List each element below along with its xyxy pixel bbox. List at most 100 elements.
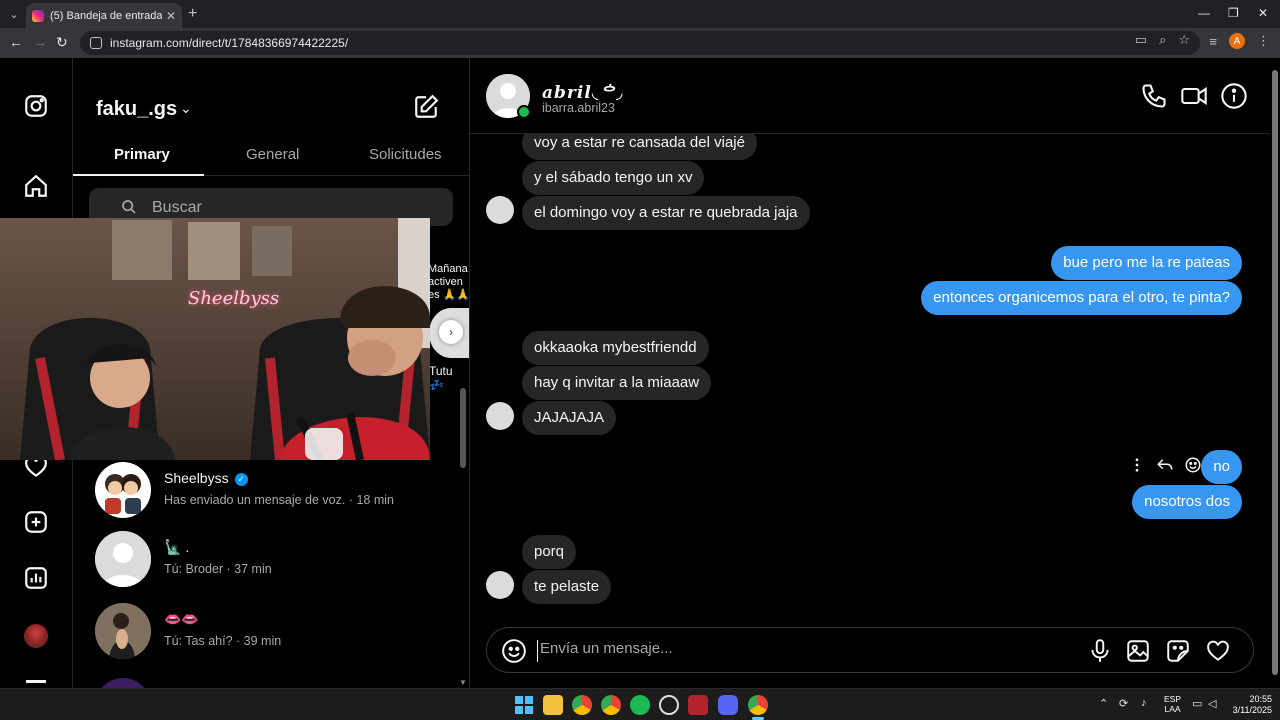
home-icon[interactable] <box>22 172 50 200</box>
discord-icon[interactable] <box>718 695 738 715</box>
mic-tray-icon[interactable]: ♪ <box>1141 697 1147 709</box>
chat-header: abril◟ᅌ◞ ibarra.abril23 <box>470 58 1270 134</box>
contact-username[interactable]: ibarra.abril23 <box>542 101 615 115</box>
tab-search-icon[interactable]: ⌄ <box>4 4 24 24</box>
browser-tab[interactable]: (5) Bandeja de entrada • Direct ✕ <box>26 3 182 28</box>
close-window-icon[interactable]: ✕ <box>1258 6 1268 20</box>
file-explorer-icon[interactable] <box>543 695 563 715</box>
thread-item[interactable]: Sheelbyss ✓ Has enviado un mensaje de voz… <box>95 462 455 522</box>
chevron-down-icon[interactable]: ⌄ <box>180 100 192 117</box>
emoji-picker-icon[interactable] <box>501 638 527 664</box>
obs-icon[interactable] <box>659 695 679 715</box>
more-menu-icon[interactable] <box>26 680 46 683</box>
active-tab-indicator <box>73 174 204 176</box>
sender-avatar[interactable] <box>486 196 514 224</box>
create-icon[interactable] <box>22 508 50 536</box>
thread-item[interactable]: 👄👄 Tú: Tas ahí? · 39 min <box>95 603 455 663</box>
tab-primary[interactable]: Primary <box>114 146 170 163</box>
chrome-icon[interactable] <box>572 695 592 715</box>
language-indicator[interactable]: ESP LAA <box>1164 694 1181 714</box>
message-bubble-incoming[interactable]: hay q invitar a la miaaaw <box>522 366 712 400</box>
page-scrollbar[interactable] <box>1270 58 1280 688</box>
online-status-dot <box>517 105 531 119</box>
spotify-icon[interactable] <box>630 695 650 715</box>
new-message-icon[interactable] <box>413 94 439 120</box>
thread-preview: Tú: Broder · 37 min <box>164 562 272 576</box>
phone-call-icon[interactable] <box>1140 82 1168 110</box>
webcam-overlay: Sheelbyss Sheelbyss <box>0 218 430 460</box>
page-scrollbar-thumb[interactable] <box>1272 70 1278 675</box>
message-bubble-incoming[interactable]: okkaaoka mybestfriendd <box>522 331 709 365</box>
network-sync-icon[interactable]: ⟳ <box>1119 697 1128 710</box>
back-icon[interactable]: ← <box>9 34 23 50</box>
image-upload-icon[interactable] <box>1125 638 1151 664</box>
windows-taskbar: ⌃ ⟳ ♪ ESP LAA ▭ ◁ 20:55 3/11/2025 <box>0 688 1280 720</box>
message-actions <box>1128 456 1202 474</box>
message-bubble-outgoing[interactable]: bue pero me la re pateas <box>1051 246 1242 280</box>
profile-avatar-nav[interactable] <box>24 624 48 648</box>
clock-time: 20:55 <box>1249 694 1272 704</box>
like-heart-icon[interactable] <box>1205 638 1231 664</box>
volume-icon[interactable]: ◁ <box>1208 697 1216 710</box>
avatar <box>95 603 151 659</box>
message-bubble-outgoing[interactable]: nosotros dos <box>1132 485 1242 519</box>
browser-menu-icon[interactable]: ⋮ <box>1257 33 1270 49</box>
search-icon <box>122 200 136 214</box>
video-call-icon[interactable] <box>1180 82 1208 110</box>
minimize-icon[interactable]: — <box>1198 6 1210 20</box>
message-bubble-incoming[interactable]: el domingo voy a estar re quebrada jaja <box>522 196 810 230</box>
thread-item[interactable]: 🗽 . Tú: Broder · 37 min <box>95 531 455 591</box>
forward-icon[interactable]: → <box>33 34 47 50</box>
more-options-icon[interactable] <box>1128 456 1146 474</box>
message-bubble-outgoing[interactable]: no <box>1201 450 1242 484</box>
info-icon[interactable] <box>1220 82 1248 110</box>
tray-overflow-icon[interactable]: ⌃ <box>1099 697 1108 710</box>
microphone-icon[interactable] <box>1087 638 1113 664</box>
avatar <box>95 678 151 688</box>
inbox-username[interactable]: faku_.gs <box>96 98 177 121</box>
chevron-right-icon[interactable]: › <box>439 320 463 344</box>
message-bubble-incoming[interactable]: te pelaste <box>522 570 612 604</box>
thread-name: 🗽 . <box>164 539 190 555</box>
inbox-scrollbar[interactable] <box>460 388 466 468</box>
reply-icon[interactable] <box>1156 456 1174 474</box>
display-icon[interactable]: ▭ <box>1192 697 1202 710</box>
tab-requests[interactable]: Solicitudes <box>369 146 442 163</box>
tab-close-icon[interactable]: ✕ <box>166 9 176 23</box>
profile-avatar[interactable]: A <box>1229 33 1245 49</box>
zoom-icon[interactable]: ⌕ <box>1159 32 1166 48</box>
message-bubble-outgoing[interactable]: entonces organicemos para el otro, te pi… <box>921 281 1242 315</box>
media-control-icon[interactable]: ≡ <box>1209 34 1217 49</box>
contact-display-name[interactable]: abril◟ᅌ◞ <box>542 78 624 103</box>
site-info-icon[interactable] <box>90 37 102 49</box>
message-input[interactable]: Envía un mensaje... <box>537 640 673 662</box>
sender-avatar[interactable] <box>486 571 514 599</box>
verified-badge-icon: ✓ <box>234 473 248 486</box>
message-bubble-incoming[interactable]: y el sábado tengo un xv <box>522 161 705 195</box>
react-emoji-icon[interactable] <box>1184 456 1202 474</box>
message-bubble-incoming[interactable]: JAJAJAJA <box>522 401 617 435</box>
app-icon[interactable] <box>688 695 708 715</box>
sticker-icon[interactable] <box>1165 638 1191 664</box>
lang-layout: LAA <box>1164 704 1181 714</box>
message-bubble-incoming[interactable]: voy a estar re cansada del viajé <box>522 134 757 160</box>
tab-general[interactable]: General <box>246 146 299 163</box>
scroll-down-icon[interactable]: ▼ <box>459 678 467 687</box>
system-clock[interactable]: 20:55 3/11/2025 <box>1226 694 1272 716</box>
message-bubble-incoming[interactable]: porq <box>522 535 577 569</box>
windows-start-icon[interactable] <box>514 695 534 715</box>
sender-avatar[interactable] <box>486 402 514 430</box>
bookmark-star-icon[interactable]: ☆ <box>1178 32 1190 48</box>
cast-icon[interactable]: ▭ <box>1135 32 1147 48</box>
restore-icon[interactable]: ❐ <box>1228 6 1239 20</box>
instagram-favicon-icon <box>32 9 44 22</box>
thread-item[interactable] <box>95 678 455 688</box>
instagram-logo-icon[interactable] <box>22 92 50 120</box>
dashboard-icon[interactable] <box>22 564 50 592</box>
chrome-active-icon[interactable] <box>748 695 768 715</box>
chrome-profile-icon[interactable] <box>601 695 621 715</box>
new-tab-icon[interactable]: + <box>188 5 197 23</box>
reload-icon[interactable]: ↻ <box>56 34 68 51</box>
address-bar[interactable]: instagram.com/direct/t/17848366974422225… <box>80 31 1200 55</box>
message-composer[interactable]: Envía un mensaje... <box>486 627 1254 673</box>
